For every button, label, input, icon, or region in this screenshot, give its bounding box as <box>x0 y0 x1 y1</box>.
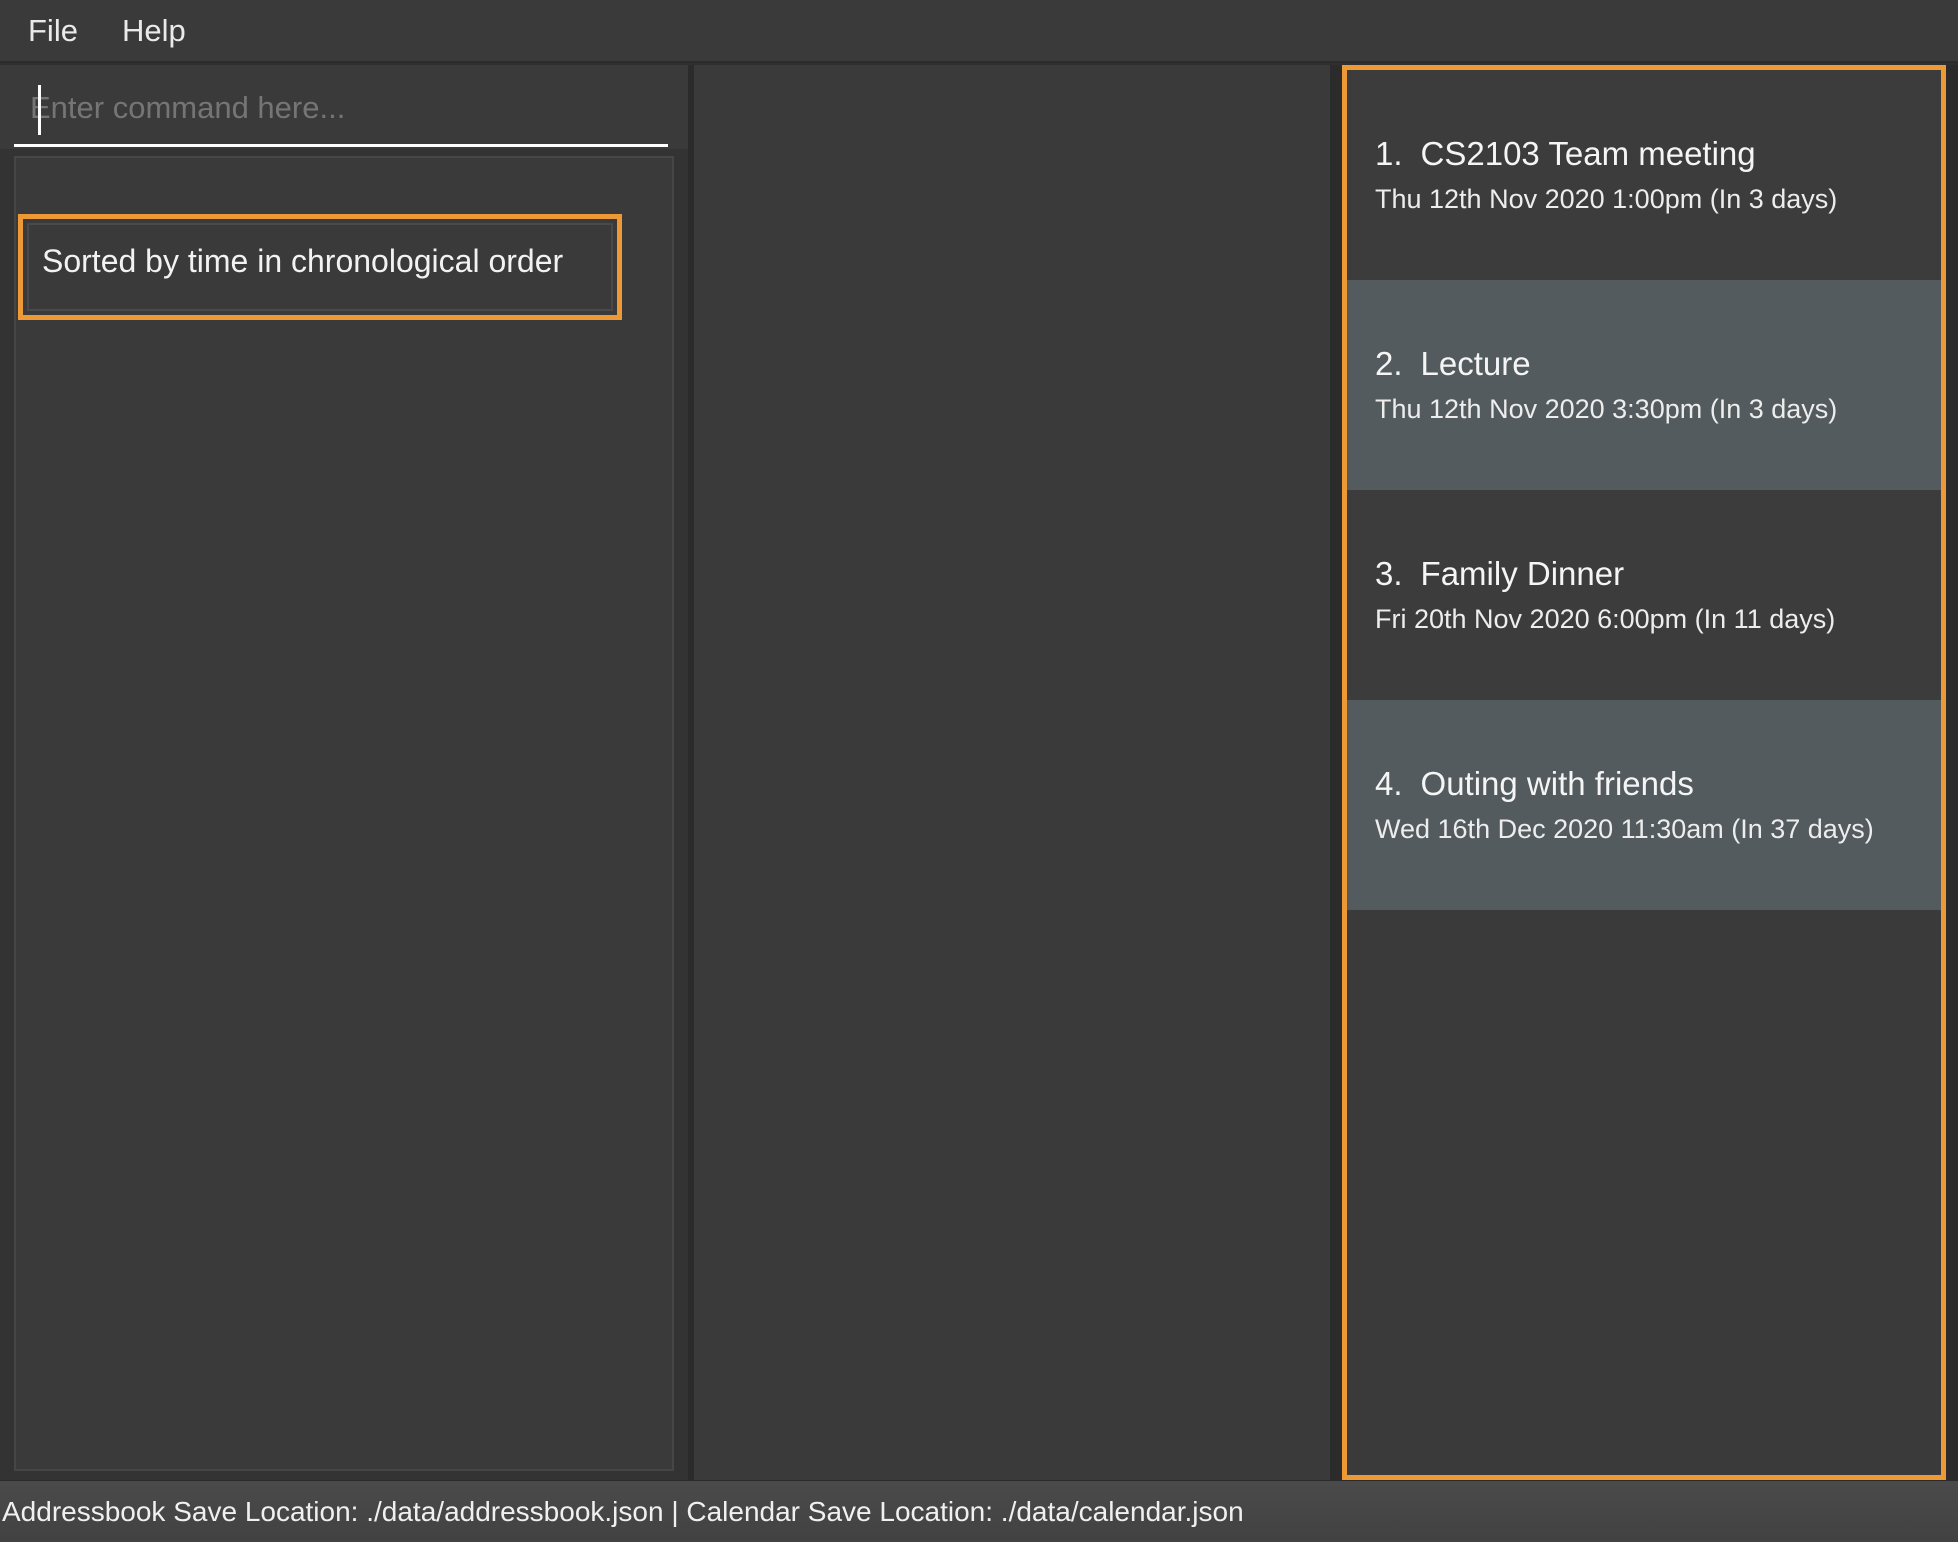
event-datetime: Fri 20th Nov 2020 6:00pm (In 11 days) <box>1375 604 1836 634</box>
panel-divider-right[interactable] <box>1330 65 1336 1480</box>
menu-item-file[interactable]: File <box>14 11 92 50</box>
event-name: CS2103 Team meeting <box>1420 135 1756 172</box>
event-datetime: Wed 16th Dec 2020 11:30am (In 37 days) <box>1375 814 1874 844</box>
event-title: 1. CS2103 Team meeting <box>1375 137 1941 170</box>
result-display-text: Sorted by time in chronological order <box>42 243 564 279</box>
status-bar: Addressbook Save Location: ./data/addres… <box>0 1480 1958 1542</box>
command-box[interactable] <box>0 65 688 149</box>
menu-item-help[interactable]: Help <box>108 11 200 50</box>
event-title: 4. Outing with friends <box>1375 767 1941 800</box>
event-name: Family Dinner <box>1420 555 1625 592</box>
text-cursor <box>38 85 41 135</box>
middle-column <box>694 65 1330 1480</box>
event-datetime: Thu 12th Nov 2020 3:30pm (In 3 days) <box>1375 394 1838 424</box>
person-list-panel[interactable] <box>14 156 674 1471</box>
event-list-item[interactable]: 3. Family Dinner Fri 20th Nov 2020 6:00pm … <box>1347 490 1941 700</box>
event-index: 4. <box>1375 765 1403 802</box>
event-title: 2. Lecture <box>1375 347 1941 380</box>
left-lower-region <box>0 149 688 1480</box>
event-name: Outing with friends <box>1420 765 1694 802</box>
command-input[interactable] <box>30 83 670 133</box>
menu-bar: File Help <box>0 0 1958 63</box>
event-index: 2. <box>1375 345 1403 382</box>
event-name: Lecture <box>1420 345 1531 382</box>
main-region: Sorted by time in chronological order 1.… <box>0 65 1958 1480</box>
left-column: Sorted by time in chronological order <box>0 65 688 1480</box>
event-datetime: Thu 12th Nov 2020 1:00pm (In 3 days) <box>1375 184 1838 214</box>
event-list-panel[interactable]: 1. CS2103 Team meeting Thu 12th Nov 2020 1… <box>1342 65 1946 1480</box>
event-index: 3. <box>1375 555 1403 592</box>
event-title: 3. Family Dinner <box>1375 557 1941 590</box>
command-input-underline <box>14 144 668 147</box>
event-list-item[interactable]: 1. CS2103 Team meeting Thu 12th Nov 2020 1… <box>1347 70 1941 280</box>
event-list-item[interactable]: 4. Outing with friends Wed 16th Dec 2020 1… <box>1347 700 1941 910</box>
event-list[interactable]: 1. CS2103 Team meeting Thu 12th Nov 2020 1… <box>1347 70 1941 1475</box>
result-display-box[interactable]: Sorted by time in chronological order <box>18 214 622 320</box>
status-bar-text: Addressbook Save Location: ./data/addres… <box>2 1495 1244 1527</box>
event-list-item[interactable]: 2. Lecture Thu 12th Nov 2020 3:30pm (In 3 … <box>1347 280 1941 490</box>
event-index: 1. <box>1375 135 1403 172</box>
